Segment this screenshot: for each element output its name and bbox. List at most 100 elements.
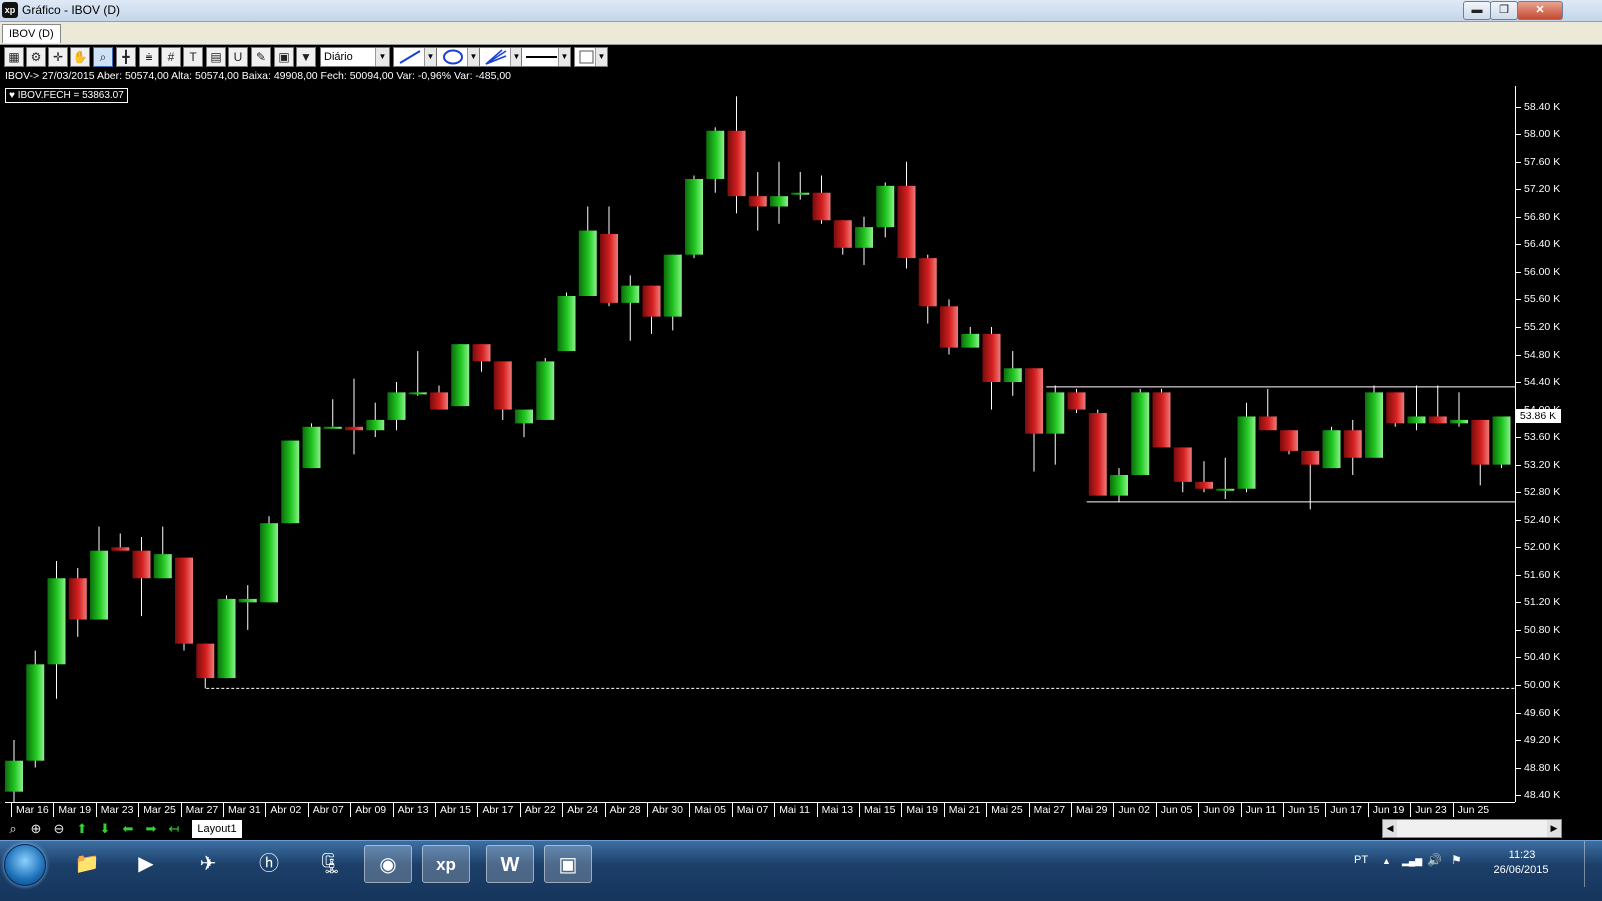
- media-player-icon[interactable]: ▶: [122, 845, 170, 883]
- close-button[interactable]: ✕: [1517, 1, 1563, 20]
- text-icon[interactable]: T: [183, 47, 203, 67]
- network-signal-icon[interactable]: ▂▄▆: [1402, 856, 1422, 867]
- explorer-folder-icon[interactable]: 📁: [63, 845, 111, 883]
- x-axis-label: Abr 02: [270, 804, 302, 816]
- clipboard-icon[interactable]: ▣: [274, 47, 294, 67]
- chart-icon[interactable]: ▦: [4, 47, 24, 67]
- candle-body-down: [1067, 392, 1086, 410]
- tab-ibov[interactable]: IBOV (D): [2, 24, 61, 43]
- scroll-right-icon[interactable]: ▶: [1547, 820, 1561, 837]
- line-style-dropdown[interactable]: ▼: [521, 47, 571, 67]
- lines-icon[interactable]: ⩧: [139, 47, 159, 67]
- color-swatch-icon: [579, 50, 594, 64]
- horizontal-scrollbar[interactable]: ◀ ▶: [1382, 819, 1562, 838]
- zoom-chart-icon[interactable]: ⌕: [93, 47, 113, 67]
- candle-body-down: [1301, 450, 1320, 465]
- x-axis-label: Mai 13: [821, 804, 854, 816]
- line-tool-dropdown[interactable]: ▼: [393, 47, 437, 67]
- crosshair-icon[interactable]: ✛: [48, 47, 68, 67]
- archive-app-icon[interactable]: 🗜: [306, 845, 354, 883]
- color-dropdown[interactable]: ▼: [574, 47, 608, 67]
- x-axis-separator: [647, 802, 648, 817]
- hp-app-icon[interactable]: ⓗ: [245, 845, 293, 883]
- zoom-fit-icon[interactable]: ⌕: [4, 821, 22, 837]
- arrow-up-icon[interactable]: ⬆: [73, 821, 91, 837]
- x-axis-separator: [1283, 802, 1284, 817]
- magnet-icon[interactable]: U: [228, 47, 248, 67]
- line-style-icon: [526, 56, 557, 58]
- candle-body-down: [1152, 392, 1171, 448]
- x-axis-separator: [1113, 802, 1115, 817]
- network-app-icon[interactable]: ✈: [184, 845, 232, 883]
- start-button[interactable]: [4, 844, 46, 886]
- gear-icon[interactable]: ⚙: [26, 47, 46, 67]
- language-indicator[interactable]: PT: [1354, 854, 1368, 866]
- candle-body-down: [1258, 416, 1277, 431]
- candle-body-up: [663, 254, 682, 317]
- x-axis-label: Mai 15: [864, 804, 896, 816]
- candlestick-chart[interactable]: [5, 86, 1515, 802]
- tray-expand-icon[interactable]: ▲: [1382, 856, 1391, 866]
- period-select[interactable]: Diário ▼: [320, 47, 390, 67]
- hand-icon[interactable]: ✋: [70, 47, 90, 67]
- arrow-down-icon[interactable]: ⬇: [96, 821, 114, 837]
- y-axis-label: 54.40 K: [1524, 376, 1561, 389]
- cursor-icon[interactable]: ╋: [116, 47, 136, 67]
- arrow-back-icon[interactable]: ↤: [165, 821, 183, 837]
- action-center-icon[interactable]: ⚑: [1451, 853, 1462, 867]
- candle-body-up: [217, 598, 236, 679]
- xp-app-icon[interactable]: xp: [422, 845, 470, 883]
- candle-body-up: [451, 344, 470, 407]
- x-axis-label: Jun 25: [1457, 804, 1490, 816]
- y-axis-label: 51.60 K: [1524, 568, 1561, 581]
- x-axis-label: Mar 31: [228, 804, 261, 816]
- zoom-out-icon[interactable]: ⊖: [50, 821, 68, 837]
- x-axis-label: Jun 05: [1160, 804, 1193, 816]
- maximize-button[interactable]: ❐: [1490, 1, 1518, 20]
- candle-body-up: [1046, 392, 1065, 434]
- x-axis-separator: [307, 802, 309, 817]
- x-axis-label: Abr 22: [524, 804, 556, 816]
- chrome-icon[interactable]: ◉: [364, 845, 412, 883]
- minimize-button[interactable]: ▬: [1463, 1, 1491, 20]
- grid-icon[interactable]: #: [161, 47, 181, 67]
- tab-layout1[interactable]: Layout1: [192, 820, 242, 838]
- image-viewer-icon[interactable]: ▣: [544, 845, 592, 883]
- filter-icon[interactable]: ▼: [296, 47, 316, 67]
- y-axis-tick: [1516, 767, 1521, 769]
- candle-body-up: [1216, 488, 1235, 491]
- word-icon[interactable]: W: [486, 845, 534, 883]
- brush-icon[interactable]: ✎: [251, 47, 271, 67]
- fan-tool-dropdown[interactable]: ▼: [479, 47, 523, 67]
- candle-body-down: [196, 643, 215, 679]
- y-axis-tick: [1516, 684, 1521, 686]
- calculator-icon[interactable]: ▤: [206, 47, 226, 67]
- candle-body-up: [536, 361, 555, 420]
- clock-date[interactable]: 26/06/2015: [1486, 864, 1556, 876]
- fan-tool-icon: [485, 49, 507, 65]
- candle-body-up: [557, 295, 576, 352]
- x-axis-label: Mai 25: [991, 804, 1023, 816]
- y-axis-tick: [1516, 492, 1521, 494]
- candle-body-up: [855, 227, 873, 248]
- clock-time[interactable]: 11:23: [1492, 849, 1552, 861]
- zoom-in-icon[interactable]: ⊕: [27, 821, 45, 837]
- series-legend[interactable]: ♥ IBOV.FECH = 53863.07: [5, 88, 128, 103]
- candle-body-up: [260, 523, 278, 603]
- x-axis-separator: [265, 802, 267, 817]
- ellipse-tool-dropdown[interactable]: ▼: [436, 47, 480, 67]
- scroll-left-icon[interactable]: ◀: [1383, 820, 1397, 837]
- arrow-right-icon[interactable]: ➡: [142, 821, 160, 837]
- arrow-left-icon[interactable]: ⬅: [119, 821, 137, 837]
- show-desktop-button[interactable]: [1584, 841, 1601, 887]
- volume-icon[interactable]: 🔊: [1427, 853, 1442, 867]
- y-axis-tick: [1516, 354, 1521, 356]
- x-axis-label: Mar 16: [16, 804, 49, 816]
- candle-body-down: [642, 285, 661, 317]
- y-axis-tick: [1516, 409, 1521, 411]
- candle-body-up: [1131, 392, 1150, 475]
- candle-body-up: [302, 426, 321, 469]
- candle-body-down: [1025, 368, 1043, 434]
- x-axis-separator: [435, 802, 436, 817]
- y-axis-tick: [1516, 189, 1521, 191]
